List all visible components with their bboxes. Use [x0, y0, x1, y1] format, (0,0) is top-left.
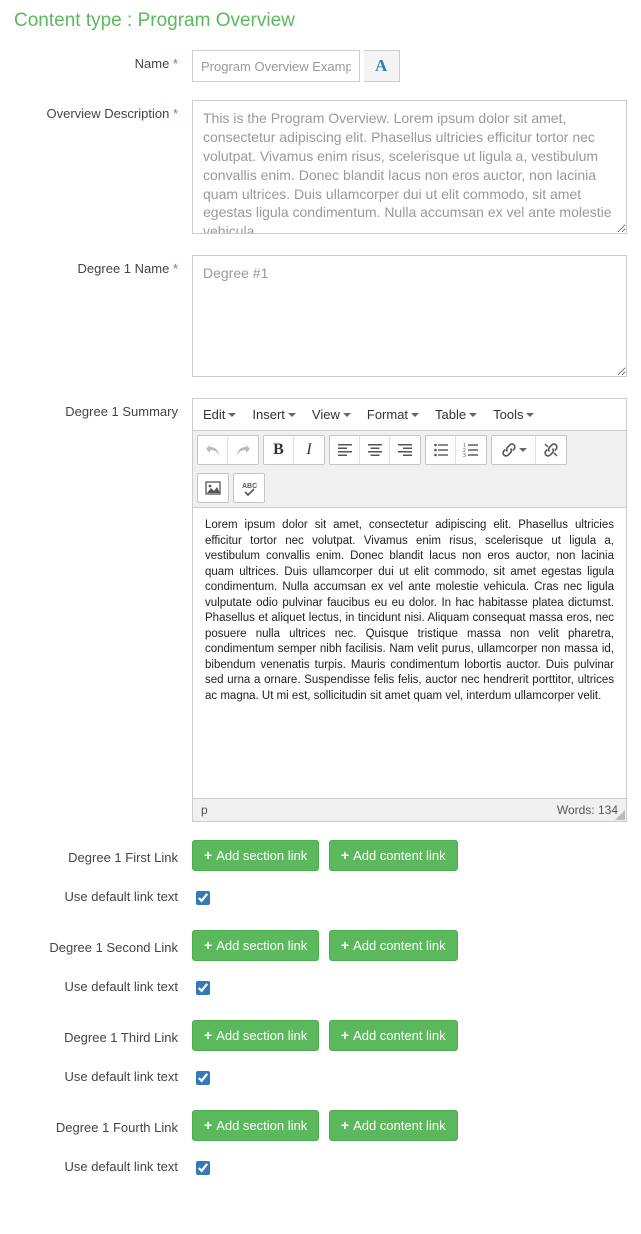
- add-content-link-button[interactable]: Add content link: [329, 930, 458, 961]
- align-center-icon: [367, 442, 383, 458]
- italic-button[interactable]: I: [294, 436, 324, 464]
- spellcheck-icon: ABC: [241, 480, 257, 496]
- undo-icon: [205, 442, 221, 458]
- menu-insert[interactable]: Insert: [244, 399, 304, 430]
- label-degree1-third-link: Degree 1 Third Link: [14, 1020, 192, 1045]
- language-indicator-button[interactable]: A: [364, 50, 400, 82]
- align-left-button[interactable]: [330, 436, 360, 464]
- menu-table[interactable]: Table: [427, 399, 485, 430]
- page-title: Content type : Program Overview: [14, 10, 627, 32]
- caret-down-icon: [288, 413, 296, 417]
- plus-icon: [204, 1118, 212, 1133]
- add-section-link-button[interactable]: Add section link: [192, 930, 319, 961]
- svg-text:3: 3: [463, 453, 466, 458]
- align-right-icon: [397, 442, 413, 458]
- caret-down-icon: [519, 448, 527, 452]
- editor-statusbar: p Words: 134: [193, 798, 626, 821]
- add-section-link-button[interactable]: Add section link: [192, 1110, 319, 1141]
- add-section-link-button[interactable]: Add section link: [192, 1020, 319, 1051]
- name-input[interactable]: [192, 50, 360, 82]
- align-left-icon: [337, 442, 353, 458]
- label-use-default-link-text: Use default link text: [14, 1159, 192, 1174]
- menu-tools[interactable]: Tools: [485, 399, 542, 430]
- caret-down-icon: [469, 413, 477, 417]
- numbered-list-icon: 123: [463, 442, 479, 458]
- label-overview-description: Overview Description *: [14, 100, 192, 121]
- use-default-link-text-checkbox-1[interactable]: [196, 891, 210, 905]
- link-icon: [501, 442, 517, 458]
- caret-down-icon: [526, 413, 534, 417]
- editor-body[interactable]: Lorem ipsum dolor sit amet, consectetur …: [193, 508, 626, 798]
- label-degree1-fourth-link: Degree 1 Fourth Link: [14, 1110, 192, 1135]
- menu-view[interactable]: View: [304, 399, 359, 430]
- editor-word-count: Words: 134: [557, 803, 618, 817]
- caret-down-icon: [411, 413, 419, 417]
- bullet-list-button[interactable]: [426, 436, 456, 464]
- add-content-link-button[interactable]: Add content link: [329, 1020, 458, 1051]
- label-use-default-link-text: Use default link text: [14, 889, 192, 904]
- rich-text-editor: Edit Insert View Format Table Tools B: [192, 398, 627, 822]
- redo-icon: [235, 442, 251, 458]
- label-degree1-summary: Degree 1 Summary: [14, 398, 192, 419]
- undo-button[interactable]: [198, 436, 228, 464]
- plus-icon: [204, 938, 212, 953]
- plus-icon: [204, 1028, 212, 1043]
- plus-icon: [341, 848, 349, 863]
- plus-icon: [204, 848, 212, 863]
- unlink-button[interactable]: [536, 436, 566, 464]
- link-button[interactable]: [492, 436, 536, 464]
- overview-description-textarea[interactable]: This is the Program Overview. Lorem ipsu…: [192, 100, 627, 234]
- image-icon: [205, 480, 221, 496]
- add-section-link-button[interactable]: Add section link: [192, 840, 319, 871]
- caret-down-icon: [228, 413, 236, 417]
- add-content-link-button[interactable]: Add content link: [329, 840, 458, 871]
- image-button[interactable]: [198, 474, 228, 502]
- numbered-list-button[interactable]: 123: [456, 436, 486, 464]
- align-center-button[interactable]: [360, 436, 390, 464]
- degree1-name-textarea[interactable]: Degree #1: [192, 255, 627, 377]
- use-default-link-text-checkbox-3[interactable]: [196, 1071, 210, 1085]
- label-use-default-link-text: Use default link text: [14, 979, 192, 994]
- editor-path: p: [201, 803, 208, 817]
- editor-toolbar: B I: [193, 431, 626, 508]
- label-degree1-name: Degree 1 Name *: [14, 255, 192, 276]
- add-content-link-button[interactable]: Add content link: [329, 1110, 458, 1141]
- bullet-list-icon: [433, 442, 449, 458]
- label-use-default-link-text: Use default link text: [14, 1069, 192, 1084]
- svg-text:ABC: ABC: [242, 483, 257, 490]
- spellcheck-button[interactable]: ABC: [234, 474, 264, 502]
- align-right-button[interactable]: [390, 436, 420, 464]
- resize-handle-icon[interactable]: [615, 810, 625, 820]
- menu-edit[interactable]: Edit: [195, 399, 244, 430]
- plus-icon: [341, 1028, 349, 1043]
- menu-format[interactable]: Format: [359, 399, 427, 430]
- label-degree1-second-link: Degree 1 Second Link: [14, 930, 192, 955]
- use-default-link-text-checkbox-2[interactable]: [196, 981, 210, 995]
- caret-down-icon: [343, 413, 351, 417]
- plus-icon: [341, 938, 349, 953]
- plus-icon: [341, 1118, 349, 1133]
- redo-button[interactable]: [228, 436, 258, 464]
- label-name: Name *: [14, 50, 192, 71]
- label-degree1-first-link: Degree 1 First Link: [14, 840, 192, 865]
- unlink-icon: [543, 442, 559, 458]
- bold-button[interactable]: B: [264, 436, 294, 464]
- use-default-link-text-checkbox-4[interactable]: [196, 1161, 210, 1175]
- editor-menubar: Edit Insert View Format Table Tools: [193, 399, 626, 431]
